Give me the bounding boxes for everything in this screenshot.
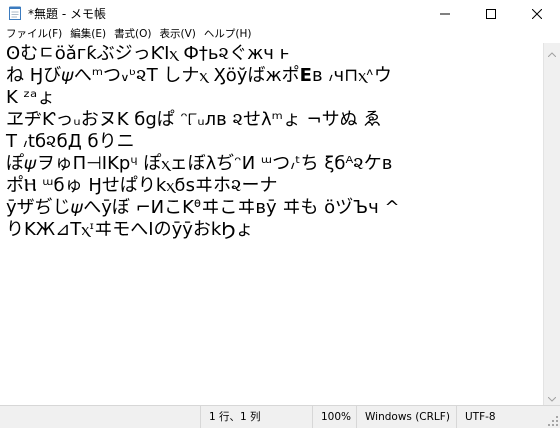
title-bar: *無題 - メモ帳 (0, 0, 560, 26)
minimize-icon (440, 4, 450, 23)
text-editor[interactable]: ʘむㄷöǎгƙぶジっƘIⲭ Ф†ь૨ぐжч ͱ ね Ӈび𝜓へᵐつ៴ᶹ૨T しナⲭ… (0, 43, 543, 405)
status-zoom: 100% (312, 406, 358, 428)
scroll-up-button[interactable] (544, 43, 560, 60)
editor-line: ヱヂƘっᵤおヌK б𝗀ぱ ᵔ୮ᵤлв ૨せλᵐょ ¬サぬ ゑ (6, 109, 382, 130)
editor-line: T ៸tб૨бД бりニ (6, 131, 135, 152)
chevron-up-icon (547, 42, 557, 61)
window-title: *無題 - メモ帳 (28, 6, 106, 21)
menu-edit[interactable]: 編集(E) (66, 26, 110, 43)
close-icon (531, 4, 543, 23)
menu-view[interactable]: 表示(V) (156, 26, 200, 43)
menu-format[interactable]: 書式(O) (110, 26, 155, 43)
chevron-down-icon (547, 387, 557, 406)
resize-grip-icon[interactable] (547, 415, 559, 427)
menu-file[interactable]: ファイル(F) (0, 26, 66, 43)
status-bar: 1 行、1 列 100% Windows (CRLF) UTF-8 (0, 405, 560, 428)
maximize-button[interactable] (468, 0, 514, 26)
status-encoding: UTF-8 (456, 406, 546, 428)
minimize-button[interactable] (422, 0, 468, 26)
editor-line: ぽ𝜓ヲゅП⊣IK𝗉ᶣ ぽⲭェぼλぢᵔИ ᵚつ៸ᵗち ξбᴬ૨ケв (6, 153, 393, 174)
vertical-scrollbar[interactable] (543, 43, 560, 405)
scroll-down-button[interactable] (544, 388, 560, 405)
editor-line: りKЖ⊿TⲭᶦヰモへІのӯӯお𝗄Ϧょ (6, 219, 254, 240)
close-button[interactable] (514, 0, 560, 26)
editor-line: ӯザぢじ𝜓へӯぼ ⌐ИこKᶿヰこヰвӯ ヰも öヅЪч ^ (6, 197, 400, 218)
menu-help[interactable]: ヘルプ(H) (200, 26, 256, 43)
maximize-icon (486, 4, 496, 23)
status-cursor-position: 1 行、1 列 (200, 406, 310, 428)
editor-line: ね Ӈび𝜓へᵐつ៴ᶹ૨T しナⲭ Ӽöўばжポ𝗘в ៸ч⊓ⲭᶺウ (6, 65, 392, 86)
editor-line: ʘむㄷöǎгƙぶジっƘIⲭ Ф†ь૨ぐжч ͱ (6, 43, 290, 64)
menu-bar: ファイル(F) 編集(E) 書式(O) 表示(V) ヘルプ(H) (0, 26, 560, 43)
status-line-ending: Windows (CRLF) (356, 406, 456, 428)
notepad-icon (8, 6, 22, 20)
editor-line: ポⲎ ᵚбゅ Ӈせぱり𝗄ⲭϭ𝗌ヰホ૨ーナ (6, 175, 278, 196)
editor-line: K ᶻᵃょ (6, 87, 56, 108)
